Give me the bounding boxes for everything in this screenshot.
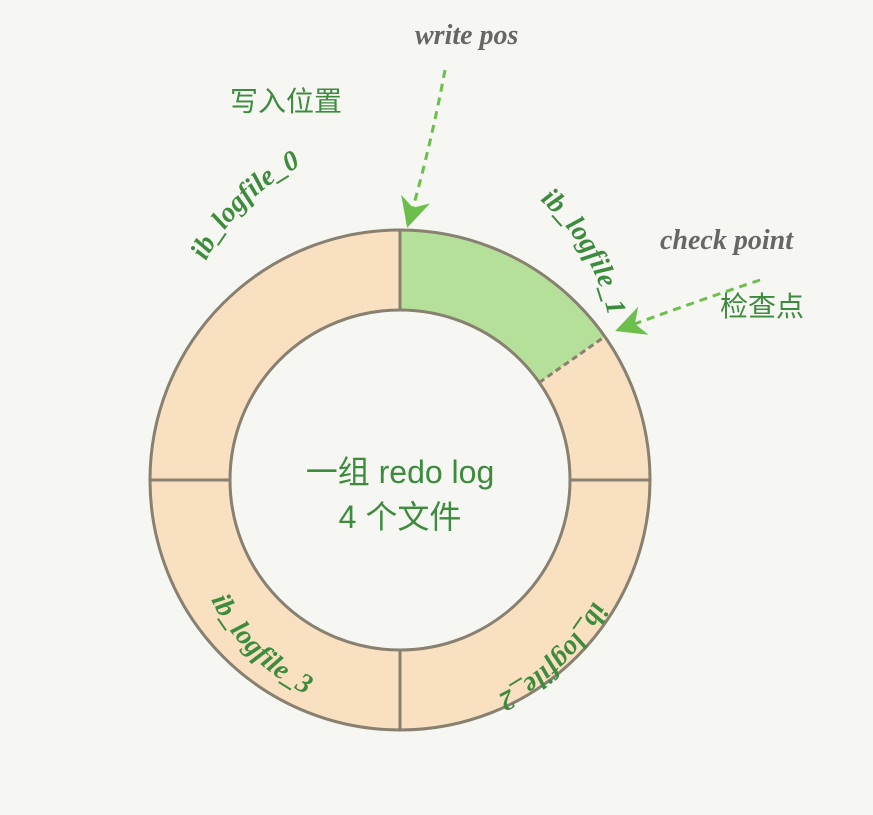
center-text: 一组 redo log 4 个文件 <box>290 450 510 540</box>
check-point-label-hand: check point <box>660 225 793 257</box>
write-pos-label-cn: 写入位置 <box>230 80 342 120</box>
ring-svg: ib_logfile_0 ib_logfile_1 ib_logfile_2 i… <box>0 0 873 810</box>
center-line-2: 4 个文件 <box>290 495 510 540</box>
check-point-label-cn: 检查点 <box>720 285 804 325</box>
segment-label-0: ib_logfile_0 <box>185 145 305 265</box>
write-pos-label-hand: write pos <box>415 20 518 52</box>
write-pos-arrow <box>408 70 445 225</box>
diagram-container: ib_logfile_0 ib_logfile_1 ib_logfile_2 i… <box>0 0 873 810</box>
center-line-1: 一组 redo log <box>290 450 510 495</box>
